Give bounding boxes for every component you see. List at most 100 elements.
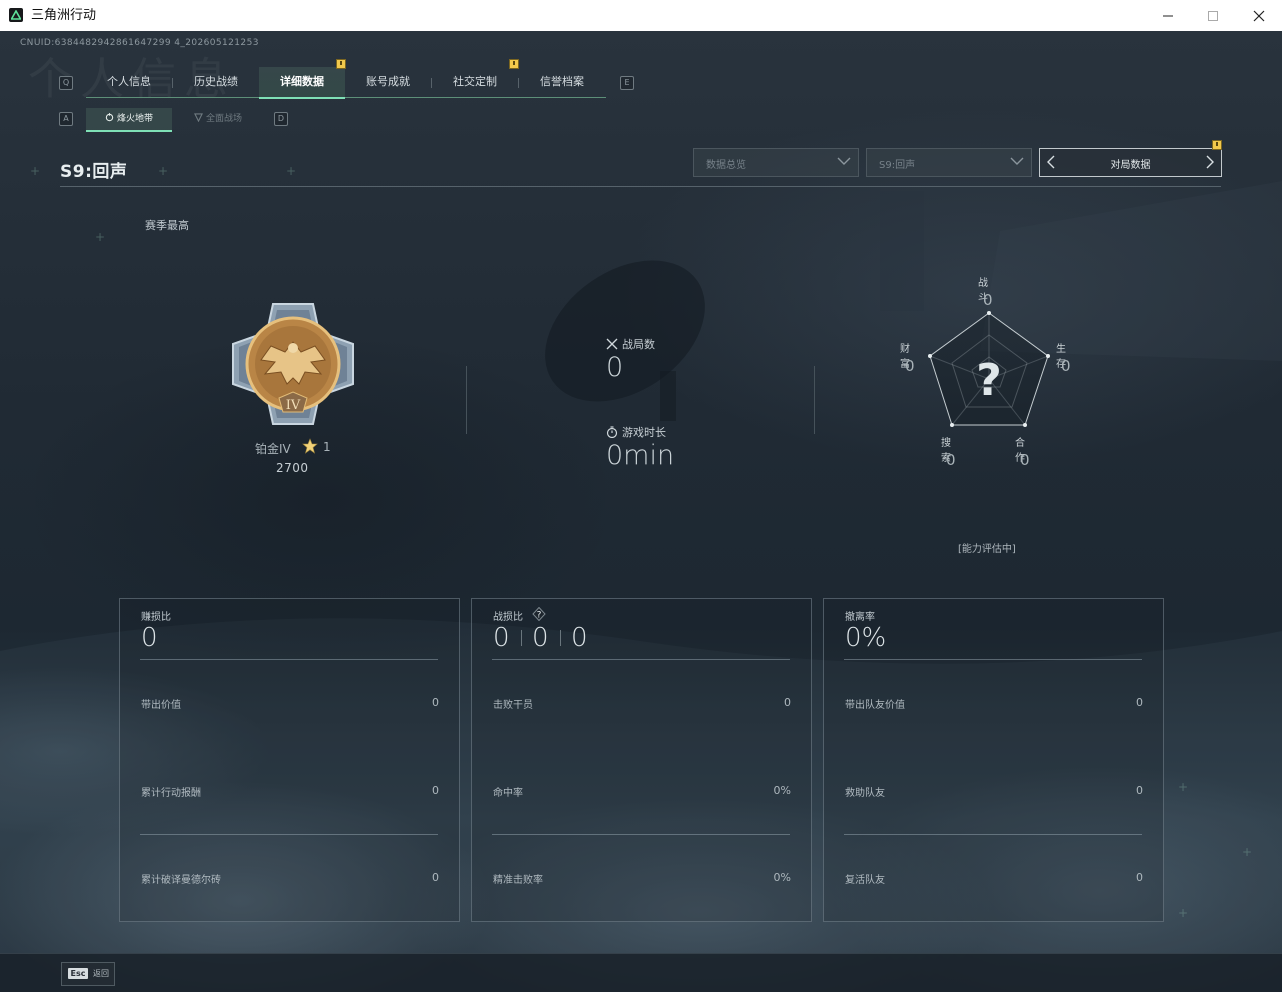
subtab-next-key-hint[interactable]: D <box>274 112 288 126</box>
app-logo-icon <box>9 8 23 22</box>
deaths-value: 0 <box>532 623 549 653</box>
chevron-down-icon <box>837 157 851 165</box>
grid-mark: + <box>95 230 106 244</box>
tab-detailed-data[interactable]: 详细数据 <box>259 67 345 99</box>
matches-label: 战局数 <box>622 338 655 351</box>
grid-mark: + <box>1178 906 1189 920</box>
stat-row-value: 0 <box>1136 784 1143 797</box>
battlefield-icon <box>194 113 203 123</box>
stat-row-label: 累计破译曼德尔砖 <box>141 875 221 886</box>
tab-prev-key-hint[interactable]: Q <box>59 76 73 90</box>
stat-row-label: 带出价值 <box>141 700 181 711</box>
close-icon <box>1253 10 1265 21</box>
tab-notification-badge <box>509 59 519 69</box>
profit-loss-title: 赚损比 <box>141 612 171 623</box>
rank-star-count: 1 <box>323 440 331 454</box>
card-divider <box>492 659 790 660</box>
platinum-rank-medal-icon: IV <box>232 303 354 425</box>
medal-numeral: IV <box>286 398 301 413</box>
stat-row-label: 累计行动报酬 <box>141 788 201 799</box>
minimize-icon <box>1163 15 1173 16</box>
season-dropdown-value: S9:回声 <box>879 160 916 171</box>
assists-value: 0 <box>571 623 588 653</box>
user-id-text: CNUID:6384482942861647299 4_202605121253 <box>20 38 259 48</box>
kd-title: 战损比 <box>493 612 523 623</box>
tab-next-key-hint[interactable]: E <box>620 76 634 90</box>
match-data-pager: 对局数据 <box>1039 140 1222 177</box>
extraction-card: 撤离率 0% 带出队友价值 0 救助队友 0 复活队友 0 <box>823 598 1164 922</box>
tab-full-battlefield[interactable]: 全面战场 <box>178 108 258 130</box>
radar-value-combat: 0 <box>983 291 993 309</box>
grid-mark: + <box>1242 845 1253 859</box>
kd-separator <box>521 630 522 646</box>
maximize-button[interactable] <box>1190 0 1236 31</box>
profit-loss-card: 赚损比 0 带出价值 0 累计行动报酬 0 累计破译曼德尔砖 0 <box>119 598 460 922</box>
main-tab-bar: 个人信息 历史战绩 详细数据 账号成就 社交定制 信誉档案 <box>86 59 606 99</box>
subtab-prev-key-hint[interactable]: A <box>59 112 73 126</box>
help-icon[interactable]: ? <box>532 607 546 621</box>
stat-row-label: 击败干员 <box>493 700 533 711</box>
tab-credit-profile[interactable]: 信誉档案 <box>519 67 605 97</box>
grid-mark: + <box>1178 780 1189 794</box>
header-divider <box>60 186 1221 187</box>
tab-hazard-zone-label: 烽火地带 <box>116 114 153 124</box>
data-scope-value: 数据总览 <box>706 160 746 171</box>
radar-value-wealth: 0 <box>905 357 915 375</box>
season-title: S9:回声 <box>60 162 128 182</box>
stat-row-value: 0% <box>773 784 791 797</box>
star-icon <box>302 438 318 454</box>
window-titlebar: 三角洲行动 <box>0 0 1282 32</box>
maximize-icon <box>1208 10 1218 21</box>
stat-row-value: 0 <box>784 696 791 709</box>
stat-row-label: 带出队友价值 <box>845 700 905 711</box>
close-button[interactable] <box>1236 0 1282 31</box>
extraction-title: 撤离率 <box>845 612 875 623</box>
card-divider <box>140 659 438 660</box>
radar-value-survival: 0 <box>1061 357 1071 375</box>
playtime-label: 游戏时长 <box>622 426 666 439</box>
stopwatch-icon <box>606 426 618 438</box>
back-button[interactable]: Esc 返回 <box>61 962 115 986</box>
stat-row-label: 精准击败率 <box>493 875 543 886</box>
radar-value-teamwork: 0 <box>1020 451 1030 469</box>
tab-achievements[interactable]: 账号成就 <box>345 67 431 97</box>
stat-row-value: 0% <box>773 871 791 884</box>
match-data-pager-label: 对局数据 <box>1110 160 1151 171</box>
tab-full-battlefield-label: 全面战场 <box>205 114 242 124</box>
tab-hazard-zone[interactable]: 烽火地带 <box>86 108 172 132</box>
season-best-label: 赛季最高 <box>145 219 189 232</box>
matches-value: 0 <box>606 352 624 383</box>
profit-loss-value: 0 <box>141 623 158 653</box>
tab-match-history[interactable]: 历史战绩 <box>173 67 259 97</box>
stat-row-label: 救助队友 <box>845 788 885 799</box>
radar-value-search: 0 <box>946 451 956 469</box>
stat-row-value: 0 <box>432 696 439 709</box>
radar-unknown-mark: ? <box>976 355 1002 406</box>
stat-row-value: 0 <box>432 871 439 884</box>
game-screen: + + + + + + + 个人信息 CNUID:638448294286164… <box>0 31 1282 992</box>
section-divider <box>466 366 467 434</box>
card-divider <box>492 834 790 835</box>
hazard-zone-icon <box>105 113 114 122</box>
season-dropdown[interactable]: S9:回声 <box>866 148 1032 177</box>
section-divider <box>814 366 815 434</box>
kd-separator <box>560 630 561 646</box>
grid-mark: + <box>286 164 297 178</box>
bottom-action-bar: Esc 返回 <box>0 953 1282 992</box>
minimize-button[interactable] <box>1145 0 1191 31</box>
chevron-right-icon[interactable] <box>1205 155 1215 169</box>
playtime-value: 0min <box>606 440 675 471</box>
tab-personal-info[interactable]: 个人信息 <box>86 67 172 97</box>
chevron-down-icon <box>1010 157 1024 165</box>
tab-social-custom[interactable]: 社交定制 <box>432 67 518 97</box>
card-divider <box>844 659 1142 660</box>
data-scope-dropdown[interactable]: 数据总览 <box>693 148 859 177</box>
kd-card: 战损比 ? 0 0 0 击败干员 0 命中率 0% 精准击败率 0% <box>471 598 812 922</box>
help-mark: ? <box>537 611 542 621</box>
stat-row-value: 0 <box>1136 696 1143 709</box>
window-title: 三角洲行动 <box>31 8 97 23</box>
rank-score: 2700 <box>276 461 309 475</box>
extraction-rate-value: 0% <box>845 623 887 653</box>
card-divider <box>140 834 438 835</box>
rank-name: 铂金IV <box>255 442 291 456</box>
